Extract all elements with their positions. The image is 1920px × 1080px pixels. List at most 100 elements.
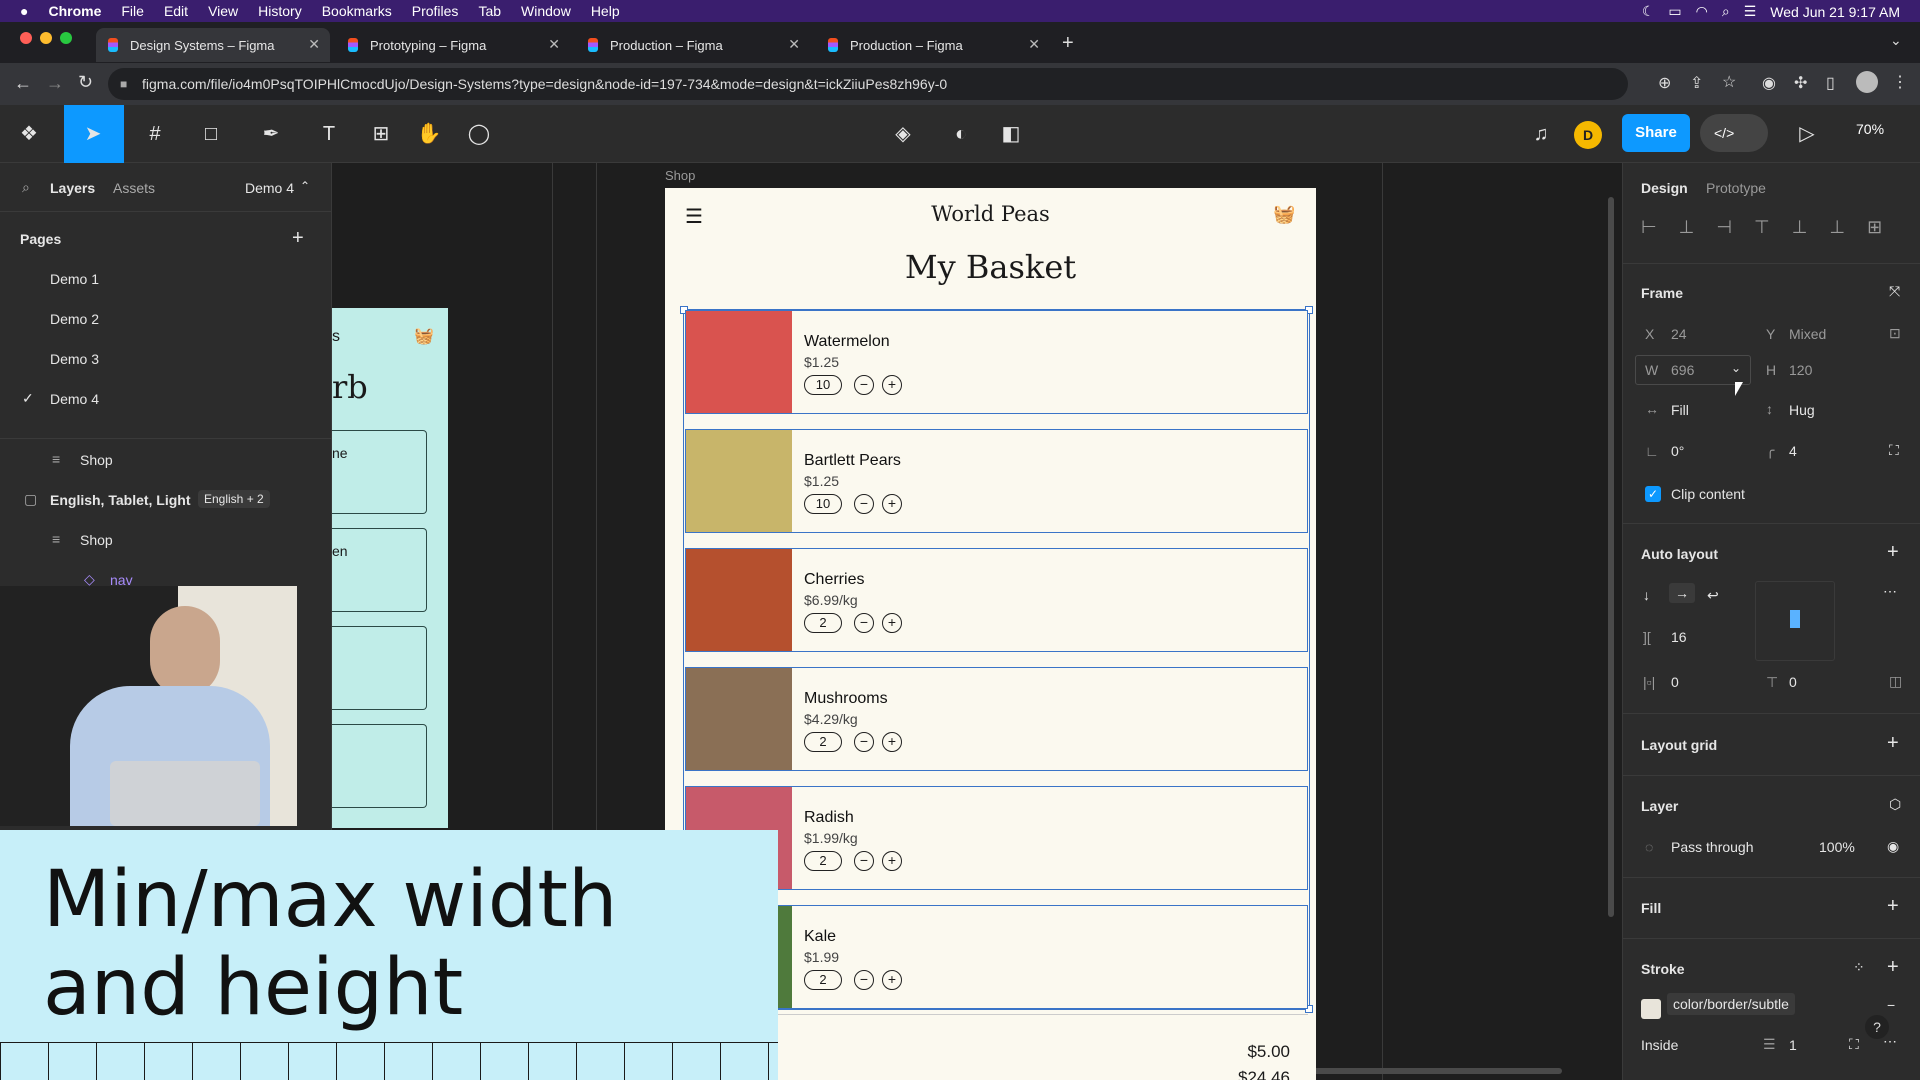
blend-mode-select[interactable]: Pass through — [1671, 839, 1754, 855]
plus-icon[interactable]: + — [882, 851, 902, 871]
menu-profiles[interactable]: Profiles — [412, 3, 459, 19]
mask-icon[interactable]: ◐ — [946, 119, 976, 149]
wrap-icon[interactable]: ↩ — [1707, 587, 1719, 604]
url-field[interactable]: ■ figma.com/file/io4m0PsqTOIPHlCmocdUjo/… — [108, 68, 1628, 100]
minus-icon[interactable]: − — [854, 613, 874, 633]
basket-item[interactable]: Kale $1.99 2 − + — [685, 905, 1308, 1009]
constraints-icon[interactable]: ⊡ — [1889, 325, 1901, 342]
text-tool-icon[interactable]: T — [314, 119, 344, 149]
basket-item[interactable]: Watermelon $1.25 10 − + — [685, 310, 1308, 414]
browser-tab[interactable]: Prototyping – Figma ✕ — [336, 28, 570, 62]
basket-item[interactable]: Cherries $6.99/kg 2 − + — [685, 548, 1308, 652]
clip-content-checkbox[interactable]: ✓ — [1645, 486, 1661, 502]
boolean-icon[interactable]: ◧ — [996, 119, 1026, 149]
battery-icon[interactable]: ▭ — [1668, 3, 1681, 20]
add-fill-icon[interactable]: + — [1887, 895, 1899, 918]
comment-tool-icon[interactable]: ◯ — [464, 119, 494, 149]
menu-view[interactable]: View — [208, 3, 238, 19]
close-icon[interactable]: ✕ — [1028, 36, 1040, 53]
h-input[interactable]: 120 — [1789, 362, 1812, 378]
quantity-field[interactable]: 10 — [804, 494, 842, 514]
plus-icon[interactable]: + — [882, 970, 902, 990]
add-layout-grid-icon[interactable]: + — [1887, 732, 1899, 755]
quantity-field[interactable]: 2 — [804, 613, 842, 633]
close-icon[interactable]: ✕ — [308, 36, 320, 53]
share-page-icon[interactable]: ⇪ — [1690, 73, 1703, 93]
layer-mask-icon[interactable]: ⬡ — [1889, 796, 1901, 813]
menu-file[interactable]: File — [121, 3, 144, 19]
width-sizing-select[interactable]: Fill — [1671, 402, 1689, 418]
plus-icon[interactable]: + — [882, 494, 902, 514]
close-icon[interactable]: ✕ — [788, 36, 800, 53]
browser-tab[interactable]: Design Systems – Figma ✕ — [96, 28, 330, 62]
remove-stroke-icon[interactable]: − — [1887, 997, 1895, 1013]
menu-dots-icon[interactable]: ⋮ — [1892, 72, 1908, 92]
dev-mode-toggle[interactable]: </> — [1700, 114, 1768, 152]
frame-tool-icon[interactable]: # — [140, 119, 170, 149]
plus-icon[interactable]: + — [882, 732, 902, 752]
tab-prototype[interactable]: Prototype — [1706, 180, 1766, 196]
vertical-scrollbar[interactable] — [1608, 197, 1614, 917]
headphones-icon[interactable]: ♫ — [1526, 119, 1556, 149]
page-item[interactable]: Demo 1 — [50, 271, 99, 287]
clock[interactable]: Wed Jun 21 9:17 AM — [1770, 4, 1900, 20]
pen-tool-icon[interactable]: ✒ — [256, 119, 286, 149]
alignment-grid[interactable] — [1755, 581, 1835, 661]
minus-icon[interactable]: − — [854, 375, 874, 395]
page-item[interactable]: Demo 2 — [50, 311, 99, 327]
layer-item[interactable]: Shop — [80, 452, 113, 468]
sidebar-icon[interactable]: ▯ — [1826, 73, 1835, 93]
stroke-position-select[interactable]: Inside — [1641, 1037, 1678, 1053]
horizontal-padding-input[interactable]: 0 — [1671, 674, 1679, 690]
hand-tool-icon[interactable]: ✋ — [414, 119, 444, 149]
window-zoom-button[interactable] — [60, 32, 72, 44]
y-input[interactable]: Mixed — [1789, 326, 1826, 342]
plus-icon[interactable]: + — [882, 613, 902, 633]
more-options-icon[interactable]: ⋯ — [1883, 583, 1897, 600]
share-button[interactable]: Share — [1622, 114, 1690, 152]
page-selector[interactable]: Demo 4 — [245, 180, 294, 196]
independent-corners-icon[interactable]: ⛶ — [1889, 442, 1899, 459]
frame-label[interactable]: Shop — [665, 168, 695, 183]
minus-icon[interactable]: − — [854, 494, 874, 514]
window-minimize-button[interactable] — [40, 32, 52, 44]
basket-icon[interactable]: 🧺 — [1273, 204, 1295, 225]
close-icon[interactable]: ✕ — [548, 36, 560, 53]
plus-icon[interactable]: + — [882, 375, 902, 395]
browser-tab[interactable]: Production – Figma ✕ — [816, 28, 1050, 62]
extension-icon[interactable]: ◉ — [1762, 73, 1776, 93]
minus-icon[interactable]: − — [854, 970, 874, 990]
layer-item[interactable]: English, Tablet, Light — [50, 492, 191, 508]
moon-icon[interactable]: ☾ — [1642, 3, 1655, 20]
minus-icon[interactable]: − — [854, 851, 874, 871]
bookmark-star-icon[interactable]: ☆ — [1722, 72, 1736, 92]
forward-icon[interactable]: → — [46, 73, 64, 94]
menu-app-name[interactable]: Chrome — [48, 3, 101, 19]
chevron-down-icon[interactable]: ⌄ — [1731, 361, 1741, 375]
individual-padding-icon[interactable]: ◫ — [1889, 673, 1902, 690]
gap-input[interactable]: 16 — [1671, 629, 1687, 645]
puzzle-icon[interactable]: ✣ — [1794, 73, 1807, 93]
basket-item[interactable]: Bartlett Pears $1.25 10 − + — [685, 429, 1308, 533]
style-icon[interactable]: ⁘ — [1853, 959, 1865, 976]
menu-bookmarks[interactable]: Bookmarks — [322, 3, 392, 19]
page-item[interactable]: Demo 3 — [50, 351, 99, 367]
basket-item[interactable]: Mushrooms $4.29/kg 2 − + — [685, 667, 1308, 771]
new-tab-icon[interactable]: + — [1062, 32, 1074, 55]
stroke-swatch[interactable] — [1641, 999, 1661, 1019]
avatar[interactable]: D — [1574, 121, 1602, 149]
reload-icon[interactable]: ↻ — [78, 72, 93, 93]
add-page-icon[interactable]: + — [292, 227, 304, 250]
variant-badge[interactable]: English + 2 — [198, 490, 270, 508]
align-icons[interactable]: ⊢⊥⊣⊤⊥⊥⊞ — [1641, 217, 1904, 238]
resize-to-fit-icon[interactable]: ⤧ — [1889, 283, 1900, 300]
secondary-frame[interactable]: s 🧺 rb ne en — [332, 308, 448, 828]
move-tool-button[interactable]: ➤ — [64, 105, 124, 163]
menu-history[interactable]: History — [258, 3, 302, 19]
basket-item[interactable]: Radish $1.99/kg 2 − + — [685, 786, 1308, 890]
menu-window[interactable]: Window — [521, 3, 571, 19]
menu-edit[interactable]: Edit — [164, 3, 188, 19]
zoom-level[interactable]: 70% — [1856, 121, 1884, 137]
menu-tab[interactable]: Tab — [478, 3, 501, 19]
stroke-weight-input[interactable]: 1 — [1789, 1037, 1797, 1053]
